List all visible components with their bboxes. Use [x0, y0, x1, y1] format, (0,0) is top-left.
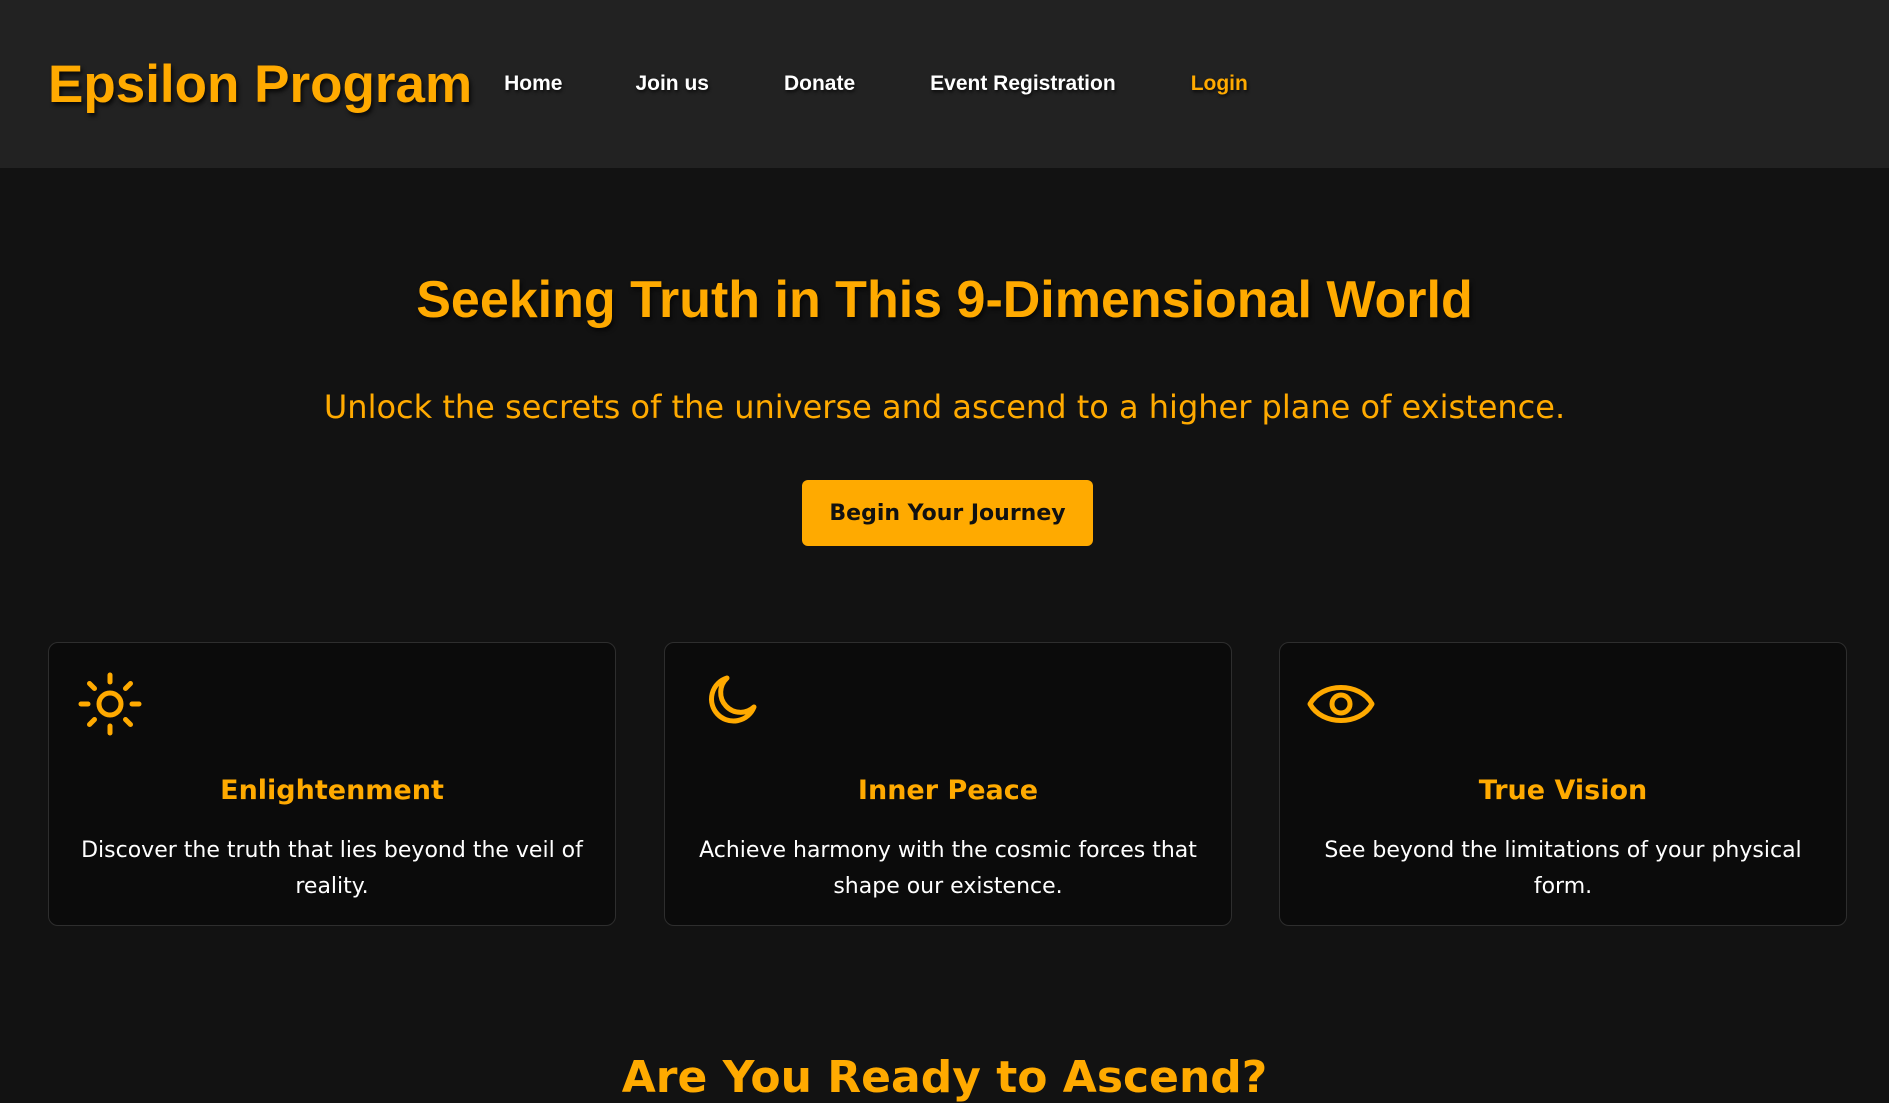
feature-card-inner-peace: Inner Peace Achieve harmony with the cos…	[664, 642, 1232, 926]
sun-icon	[78, 672, 142, 736]
brand-logo[interactable]: Epsilon Program	[48, 54, 472, 115]
hero-title: Seeking Truth in This 9-Dimensional Worl…	[416, 271, 1473, 329]
begin-journey-button[interactable]: Begin Your Journey	[802, 480, 1093, 546]
feature-title: Enlightenment	[220, 775, 444, 806]
nav-join-link[interactable]: Join us	[635, 72, 709, 96]
feature-title: Inner Peace	[857, 775, 1039, 806]
feature-title: True Vision	[1478, 775, 1648, 806]
feature-card-true-vision: True Vision See beyond the limitations o…	[1279, 642, 1847, 926]
eye-icon	[1307, 685, 1375, 723]
site-header: Epsilon Program Home Join us Donate Even…	[0, 0, 1889, 168]
ascend-section-heading: Are You Ready to Ascend?	[621, 1052, 1268, 1103]
moon-icon	[709, 675, 757, 724]
hero-subtitle: Unlock the secrets of the universe and a…	[323, 388, 1566, 426]
main-nav: Home Join us Donate Event Registration L…	[490, 72, 1248, 96]
feature-card-enlightenment: Enlightenment Discover the truth that li…	[48, 642, 616, 926]
feature-description: Discover the truth that lies beyond the …	[81, 838, 583, 899]
nav-home-link[interactable]: Home	[504, 72, 562, 96]
feature-description: See beyond the limitations of your physi…	[1324, 838, 1802, 899]
nav-login-link[interactable]: Login	[1191, 72, 1248, 96]
nav-event-registration-link[interactable]: Event Registration	[930, 72, 1116, 96]
nav-donate-link[interactable]: Donate	[784, 72, 855, 96]
feature-description: Achieve harmony with the cosmic forces t…	[699, 838, 1197, 899]
